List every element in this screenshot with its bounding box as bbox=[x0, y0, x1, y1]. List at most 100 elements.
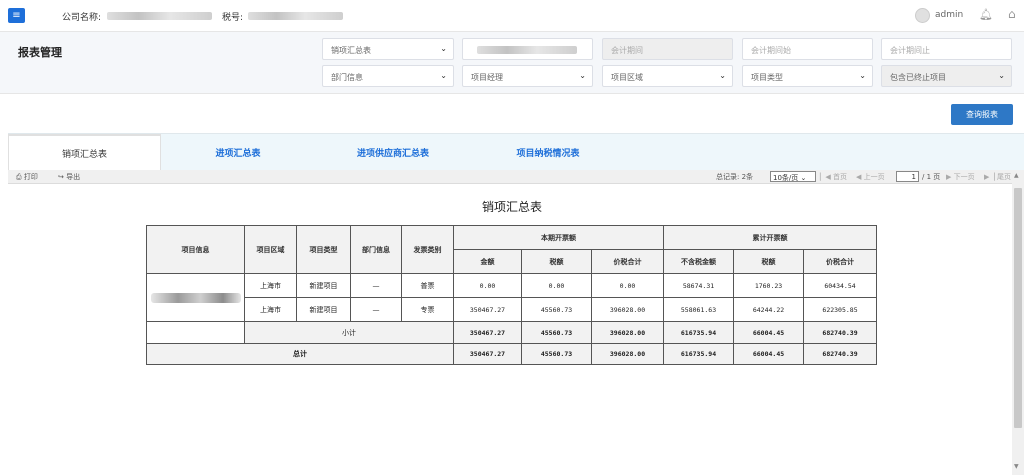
col-total-with-tax-cumulative: 价税合计 bbox=[803, 249, 878, 274]
chevron-down-icon: ⌄ bbox=[440, 44, 447, 53]
grand-total-row: 总计 350467.27 45560.73 396028.00 616735.9… bbox=[146, 343, 878, 365]
tax-number-redacted bbox=[248, 12, 343, 20]
tab-supplier-summary[interactable]: 进项供应商汇总表 bbox=[323, 134, 463, 171]
dept-cell: — bbox=[350, 297, 402, 322]
first-page-button[interactable]: ▏◀ 首页 bbox=[820, 172, 847, 182]
col-dept: 部门信息 bbox=[350, 225, 402, 274]
period-field: 会计期间 bbox=[602, 38, 733, 60]
chevron-down-icon: ⌄ bbox=[859, 71, 866, 80]
amount-cell: 350467.27 bbox=[453, 297, 522, 322]
table-row: 上海市 新建项目 — 专票 350467.27 45560.73 396028.… bbox=[147, 297, 878, 322]
period-placeholder: 会计期间 bbox=[611, 46, 643, 55]
bell-icon[interactable]: 🔔︎ bbox=[979, 8, 993, 21]
page-size-select[interactable]: 10条/页 ⌄ bbox=[770, 171, 816, 182]
total-cell: 396028.00 bbox=[590, 297, 665, 322]
prev-page-button[interactable]: ◀ 上一页 bbox=[856, 172, 885, 182]
chevron-down-icon: ⌄ bbox=[998, 71, 1005, 80]
print-label: 打印 bbox=[23, 173, 38, 181]
prev-page-label: 上一页 bbox=[863, 173, 885, 181]
project-select[interactable] bbox=[462, 38, 593, 60]
first-page-label: 首页 bbox=[833, 173, 847, 181]
col-region: 项目区域 bbox=[244, 225, 297, 274]
subtotal-total: 396028.00 bbox=[590, 321, 665, 344]
total-cell: 0.00 bbox=[590, 273, 665, 298]
scroll-down-icon[interactable]: ▼ bbox=[1014, 463, 1019, 470]
table-row: 上海市 新建项目 — 普票 0.00 0.00 0.00 58674.31 17… bbox=[146, 273, 878, 322]
include-terminated-select[interactable]: 包含已终止项目 ⌄ bbox=[881, 65, 1012, 87]
grand-total-total: 396028.00 bbox=[590, 343, 665, 365]
cum-total-cell: 622305.85 bbox=[803, 297, 878, 322]
export-button[interactable]: ↪ 导出 bbox=[58, 172, 80, 182]
tab-sales-summary[interactable]: 销项汇总表 bbox=[8, 134, 161, 171]
subtotal-row: 小计 350467.27 45560.73 396028.00 616735.9… bbox=[146, 321, 878, 344]
project-manager-select[interactable]: 项目经理 ⌄ bbox=[462, 65, 593, 87]
period-end-field[interactable]: 会计期间止 bbox=[881, 38, 1012, 60]
last-page-button[interactable]: ▶▕ 尾页 bbox=[984, 172, 1011, 182]
subtotal-amount: 350467.27 bbox=[453, 321, 522, 344]
project-manager-value: 项目经理 bbox=[471, 73, 503, 82]
department-value: 部门信息 bbox=[331, 73, 363, 82]
menu-icon[interactable]: ≡ bbox=[8, 8, 25, 23]
type-cell: 新建项目 bbox=[296, 273, 351, 298]
tab-project-tax[interactable]: 项目纳税情况表 bbox=[478, 134, 618, 171]
col-tax-cumulative: 税额 bbox=[733, 249, 805, 274]
grand-total-label: 总计 bbox=[146, 343, 454, 365]
cum-total-cell: 60434.54 bbox=[803, 273, 878, 298]
subtotal-cum-amount: 616735.94 bbox=[663, 321, 735, 344]
company-label: 公司名称: bbox=[62, 13, 102, 23]
project-region-value: 项目区域 bbox=[611, 73, 643, 82]
tab-purchase-summary[interactable]: 进项汇总表 bbox=[168, 134, 308, 171]
period-end-placeholder: 会计期间止 bbox=[890, 46, 930, 55]
subtotal-spacer bbox=[146, 321, 245, 344]
cum-tax-cell: 1760.23 bbox=[733, 273, 805, 298]
include-terminated-value: 包含已终止项目 bbox=[890, 73, 946, 82]
avatar[interactable] bbox=[915, 8, 930, 23]
page-number-input[interactable]: 1 bbox=[896, 171, 919, 182]
user-name[interactable]: admin bbox=[935, 10, 963, 20]
project-region-select[interactable]: 项目区域 ⌄ bbox=[602, 65, 733, 87]
region-cell: 上海市 bbox=[244, 273, 297, 298]
print-button[interactable]: ⎙ 打印 bbox=[16, 172, 38, 182]
cum-amount-cell: 58674.31 bbox=[663, 273, 735, 298]
dept-cell: — bbox=[350, 273, 402, 298]
project-name-cell bbox=[146, 273, 245, 322]
period-start-placeholder: 会计期间始 bbox=[751, 46, 791, 55]
subtotal-cum-tax: 66004.45 bbox=[733, 321, 805, 344]
scroll-thumb[interactable] bbox=[1014, 188, 1022, 428]
grand-total-cum-total: 682740.39 bbox=[803, 343, 878, 365]
subtotal-tax: 45560.73 bbox=[521, 321, 592, 344]
page-total: / 1 页 bbox=[922, 173, 941, 181]
subtotal-label: 小计 bbox=[244, 321, 454, 344]
col-amount-ex-tax: 不含税金额 bbox=[663, 249, 735, 274]
project-name-redacted bbox=[150, 292, 241, 303]
tax-cell: 0.00 bbox=[521, 273, 592, 298]
page-size-value: 10条/页 bbox=[773, 174, 799, 182]
header-row: 项目信息 项目区域 项目类型 部门信息 发票类别 本期开票额 累计开票额 bbox=[146, 225, 878, 274]
report-type-select[interactable]: 销项汇总表 ⌄ bbox=[322, 38, 454, 60]
grand-total-cum-tax: 66004.45 bbox=[733, 343, 805, 365]
export-label: 导出 bbox=[66, 173, 81, 181]
next-page-button[interactable]: ▶ 下一页 bbox=[946, 172, 975, 182]
department-select[interactable]: 部门信息 ⌄ bbox=[322, 65, 454, 87]
query-report-button[interactable]: 查询报表 bbox=[951, 104, 1013, 125]
col-total-with-tax: 价税合计 bbox=[590, 249, 665, 274]
last-page-label: 尾页 bbox=[997, 173, 1011, 181]
report-title: 销项汇总表 bbox=[481, 200, 542, 214]
top-bar: ≡ 公司名称: 税号: admin 🔔︎ ⌂ bbox=[0, 0, 1024, 32]
col-group-current: 本期开票额 bbox=[452, 225, 665, 250]
report-type-value: 销项汇总表 bbox=[331, 46, 371, 55]
col-tax: 税额 bbox=[521, 249, 592, 274]
project-type-select[interactable]: 项目类型 ⌄ bbox=[742, 65, 873, 87]
chevron-down-icon: ⌄ bbox=[579, 71, 586, 80]
company-name-redacted bbox=[107, 12, 212, 20]
chevron-down-icon: ⌄ bbox=[719, 71, 726, 80]
col-type: 项目类型 bbox=[296, 225, 351, 274]
scroll-up-icon[interactable]: ▲ bbox=[1014, 172, 1019, 179]
home-icon[interactable]: ⌂ bbox=[1008, 7, 1016, 21]
project-name-redacted bbox=[477, 46, 577, 54]
grand-total-tax: 45560.73 bbox=[521, 343, 592, 365]
vertical-scrollbar[interactable]: ▲ ▼ bbox=[1012, 170, 1024, 475]
cum-amount-cell: 558061.63 bbox=[663, 297, 735, 322]
period-start-field[interactable]: 会计期间始 bbox=[742, 38, 873, 60]
invoice-type-cell: 专票 bbox=[401, 297, 454, 322]
